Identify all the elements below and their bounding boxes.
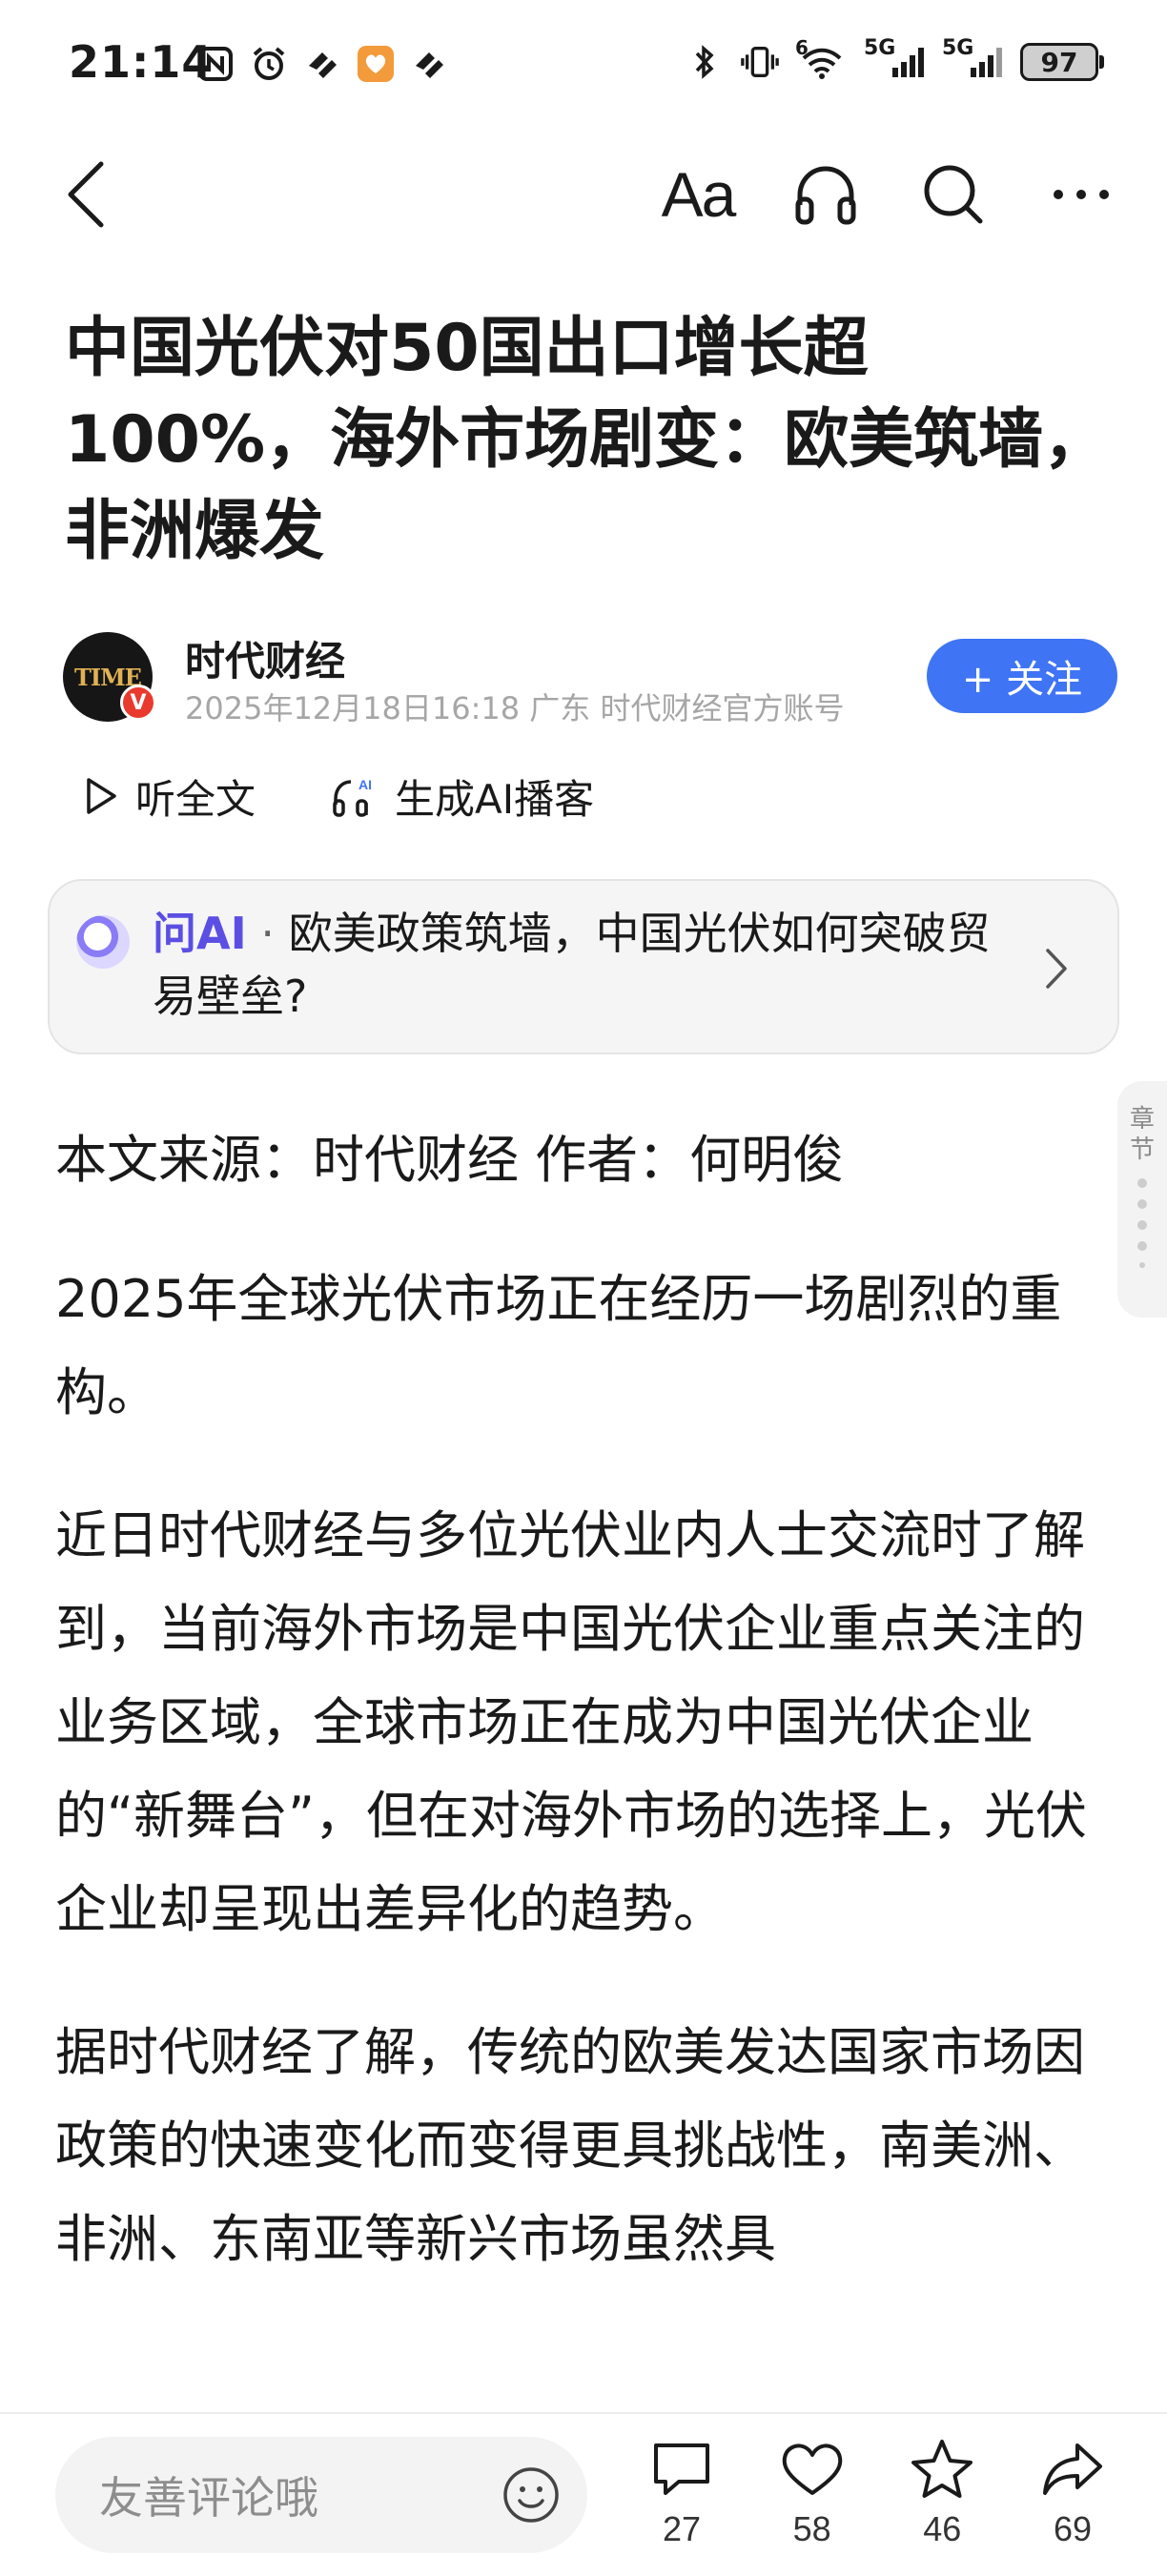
network-label: 5G	[864, 36, 896, 60]
article-title: 中国光伏对50国出口增长超100%，海外市场剧变：欧美筑墙，非洲爆发	[65, 311, 1109, 569]
listen-full-text-button[interactable]: 听全文	[84, 767, 256, 826]
back-arrow-icon	[68, 161, 104, 228]
network-label: 5G	[942, 36, 974, 60]
generate-ai-podcast-button[interactable]: AI 生成AI播客	[332, 767, 594, 826]
likes-count: 58	[792, 2509, 831, 2548]
verified-badge: V	[120, 685, 156, 721]
chapter-dot	[1137, 1241, 1147, 1251]
chapter-dot	[1137, 1178, 1147, 1188]
generate-ai-podcast-label: 生成AI播客	[395, 775, 595, 823]
comments-button[interactable]: 27	[629, 2435, 734, 2549]
heart-app-icon	[356, 44, 396, 84]
search-button[interactable]	[906, 154, 1001, 235]
bottom-action-bar: 友善评论哦 27 58 46 69	[0, 2412, 1167, 2576]
ai-headphones-icon: AI	[333, 777, 372, 817]
status-right-icons: 6 5G 5G 97	[685, 36, 1104, 82]
article-paragraph: 据时代财经了解，传统的欧美发达国家市场因政策的快速变化而变得更具挑战性，南美洲、…	[55, 2022, 1085, 2269]
status-time: 21:14	[69, 36, 214, 88]
font-size-button[interactable]: Aa	[650, 154, 746, 235]
author-meta: 2025年12月18日16:18 广东 时代财经官方账号	[185, 690, 845, 726]
chapter-navigation-tab[interactable]: 章节	[1117, 1081, 1167, 1318]
chapter-dot	[1137, 1199, 1147, 1209]
listen-row: 听全文 AI 生成AI播客	[84, 763, 594, 829]
article-paragraph: 近日时代财经与多位光伏业内人士交流时了解到，当前海外市场是中国光伏企业重点关注的…	[55, 1505, 1087, 1939]
vibrate-icon	[740, 42, 780, 82]
article-paragraph: 2025年全球光伏市场正在经历一场剧烈的重构。	[55, 1269, 1062, 1422]
search-icon	[924, 165, 983, 224]
chapter-dots	[1137, 1178, 1147, 1268]
signal-5g-icon: 5G	[942, 36, 1005, 82]
emoji-button[interactable]	[502, 2465, 561, 2525]
verified-badge-label: V	[130, 690, 147, 715]
more-icon	[1054, 190, 1109, 199]
favorites-count: 46	[923, 2509, 962, 2548]
ask-ai-card[interactable]: 问AI · 欧美政策筑墙，中国光伏如何突破贸易壁垒?	[48, 879, 1119, 1054]
top-nav: Aa	[0, 143, 1167, 248]
alarm-icon	[249, 44, 289, 84]
battery-level: 97	[1040, 46, 1078, 78]
comments-count: 27	[662, 2509, 702, 2548]
chapter-dot	[1139, 1262, 1145, 1268]
headphones-icon	[795, 166, 856, 225]
comment-placeholder: 友善评论哦	[99, 2472, 318, 2524]
ask-ai-separator: ·	[246, 908, 289, 959]
ask-ai-logo-icon	[76, 915, 130, 969]
comment-input[interactable]: 友善评论哦	[55, 2437, 587, 2553]
chevron-right-icon	[1037, 944, 1075, 993]
app-icon	[302, 44, 342, 84]
heart-icon	[778, 2435, 847, 2504]
shares-count: 69	[1053, 2509, 1092, 2548]
wifi-icon: 6	[795, 36, 849, 82]
comment-icon	[647, 2435, 716, 2504]
star-icon	[908, 2435, 976, 2504]
article-body: 本文来源：时代财经 作者：何明俊 2025年全球光伏市场正在经历一场剧烈的重构。…	[55, 1114, 1114, 2343]
article-actions: 27 58 46 69	[629, 2435, 1125, 2549]
wifi-label: 6	[795, 36, 809, 59]
ask-ai-brand: 问AI	[153, 908, 247, 959]
listen-audio-button[interactable]	[778, 154, 873, 235]
author-name[interactable]: 时代财经	[185, 629, 345, 687]
top-nav-actions: Aa	[650, 154, 1129, 235]
app-icon	[409, 44, 449, 84]
like-button[interactable]: 58	[760, 2435, 865, 2549]
follow-label: + 关注	[961, 658, 1083, 702]
signal-5g-icon: 5G	[864, 36, 927, 82]
nfc-icon	[195, 44, 235, 84]
font-size-label: Aa	[661, 159, 737, 230]
battery-indicator: 97	[1020, 43, 1104, 81]
chapter-dot	[1137, 1220, 1147, 1230]
author-row: TIME V 时代财经 2025年12月18日16:18 广东 时代财经官方账号…	[63, 629, 1117, 726]
bluetooth-icon	[685, 42, 725, 82]
share-button[interactable]: 69	[1020, 2435, 1125, 2549]
ask-ai-text: 问AI · 欧美政策筑墙，中国光伏如何突破贸易壁垒?	[153, 902, 1011, 1028]
article-paragraph: 本文来源：时代财经 作者：何明俊	[55, 1130, 845, 1190]
follow-button[interactable]: + 关注	[927, 639, 1117, 713]
play-icon	[87, 778, 116, 814]
status-bar: 21:14 6 5G 5G 97	[0, 0, 1167, 133]
svg-text:AI: AI	[358, 777, 372, 792]
chapter-label: 章节	[1129, 1105, 1155, 1164]
share-icon	[1038, 2435, 1107, 2504]
status-left-icons	[195, 44, 449, 84]
back-button[interactable]	[55, 156, 116, 233]
listen-full-text-label: 听全文	[135, 775, 256, 823]
emoji-icon	[503, 2467, 559, 2523]
more-options-button[interactable]	[1034, 154, 1129, 235]
favorite-button[interactable]: 46	[890, 2435, 994, 2549]
